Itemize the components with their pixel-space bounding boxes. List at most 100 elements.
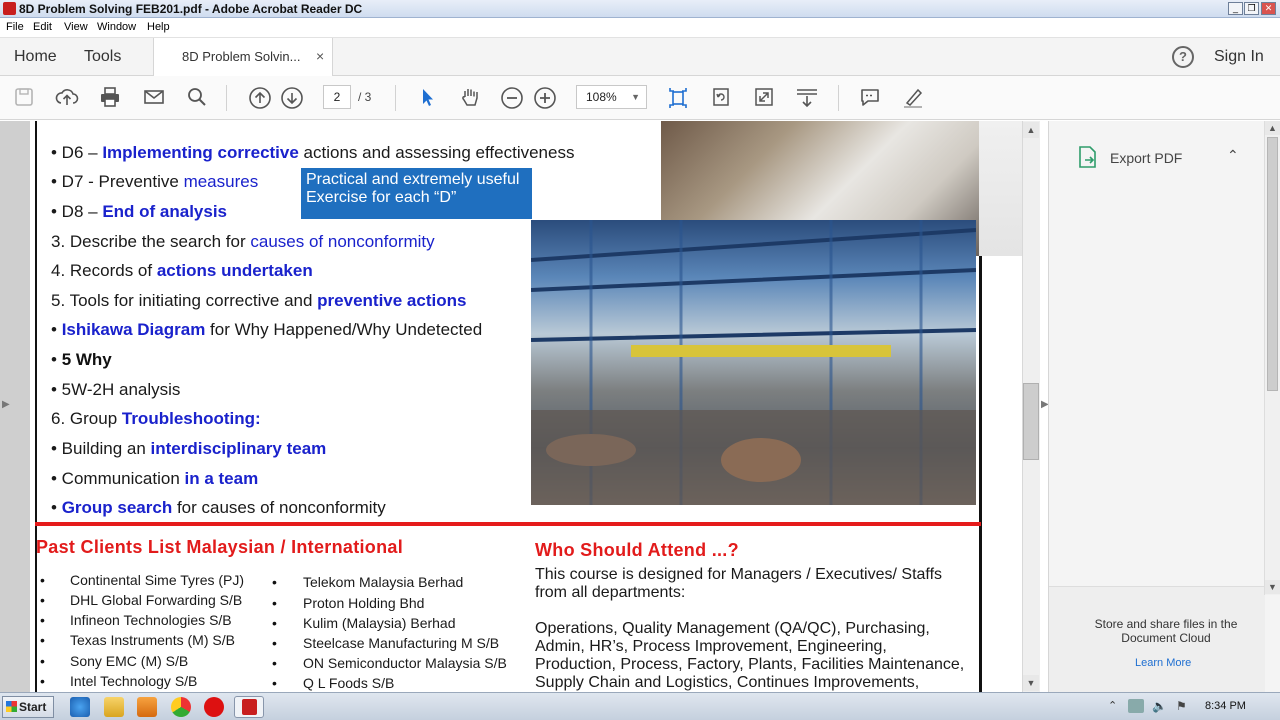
line-text: • Building an — [51, 439, 151, 458]
search-icon[interactable] — [185, 86, 209, 110]
scrollbar-thumb[interactable] — [1023, 383, 1039, 460]
toolbar-separator — [226, 85, 227, 111]
minimize-button[interactable]: _ — [1228, 2, 1243, 15]
client-item: Texas Instruments (M) S/B — [70, 632, 235, 648]
document-line: 5. Tools for initiating corrective and p… — [51, 291, 466, 311]
volume-icon[interactable]: 🔈 — [1152, 699, 1167, 713]
zoom-in-icon[interactable] — [533, 86, 557, 110]
collapse-chevron-icon[interactable]: ⌃ — [1227, 147, 1239, 164]
line-text: 6. Group — [51, 409, 122, 428]
export-pdf-icon — [1077, 145, 1099, 172]
upload-cloud-icon[interactable] — [55, 86, 79, 110]
scroll-up-icon[interactable]: ▲ — [1265, 121, 1280, 135]
clients-heading: Past Clients List Malaysian / Internatio… — [36, 537, 403, 557]
file-explorer-icon[interactable] — [104, 697, 124, 717]
attend-intro: This course is designed for Managers / E… — [535, 566, 943, 601]
cloud-promo-text: Store and share files in the Document Cl… — [1094, 617, 1238, 645]
line-text: • — [51, 498, 62, 517]
menu-window[interactable]: Window — [97, 21, 136, 33]
toolbar-separator — [395, 85, 396, 111]
export-pdf-label[interactable]: Export PDF — [1110, 150, 1182, 166]
tab-home[interactable]: Home — [14, 48, 57, 66]
document-line: • Communication in a team — [51, 469, 258, 489]
print-icon[interactable] — [98, 86, 122, 110]
menu-file[interactable]: File — [6, 21, 24, 33]
highlight-pen-icon[interactable] — [901, 86, 925, 110]
bullet-icon: • — [272, 595, 277, 611]
scrollbar-thumb[interactable] — [1267, 137, 1278, 391]
zoom-level-select[interactable]: 108% ▼ — [576, 85, 647, 109]
toolbar-separator — [838, 85, 839, 111]
line-highlight: End of analysis — [102, 202, 228, 221]
page-number-input[interactable]: 2 — [323, 85, 351, 109]
start-label: Start — [19, 700, 47, 714]
line-highlight: Group search — [61, 498, 173, 517]
select-pointer-icon[interactable] — [415, 86, 439, 110]
line-text: 3. Describe the search for — [51, 232, 251, 251]
document-line: 3. Describe the search for causes of non… — [51, 232, 435, 252]
page-border-left — [35, 121, 37, 692]
previous-page-icon[interactable] — [248, 86, 272, 110]
flag-icon[interactable]: ⚑ — [1176, 699, 1190, 713]
bullet-icon: • — [40, 632, 45, 648]
menu-view[interactable]: View — [64, 21, 88, 33]
bullet-icon: • — [272, 635, 277, 651]
menu-edit[interactable]: Edit — [33, 21, 52, 33]
sign-in-link[interactable]: Sign In — [1214, 48, 1264, 66]
line-text: • — [51, 350, 62, 369]
opera-icon[interactable] — [204, 697, 224, 717]
taskbar: Start ⌃ 🔈 ⚑ 8:34 PM — [0, 692, 1280, 720]
tab-document[interactable]: 8D Problem Solvin... × — [153, 38, 333, 76]
internet-explorer-icon[interactable] — [70, 697, 90, 717]
tray-expand-icon[interactable]: ⌃ — [1108, 699, 1117, 712]
exercise-callout: Practical and extremely useful Exercise … — [301, 168, 532, 219]
media-player-icon[interactable] — [137, 697, 157, 717]
scroll-down-icon[interactable]: ▼ — [1023, 675, 1039, 691]
document-line: • D7 - Preventive measures — [51, 172, 258, 192]
full-screen-icon[interactable] — [752, 86, 776, 110]
client-item: Sony EMC (M) S/B — [70, 653, 189, 669]
left-panel-toggle-icon[interactable]: ▶ — [2, 399, 10, 410]
next-page-icon[interactable] — [280, 86, 304, 110]
scroll-up-icon[interactable]: ▲ — [1023, 122, 1039, 138]
client-item: Steelcase Manufacturing M S/B — [303, 635, 500, 651]
hand-tool-icon[interactable] — [458, 86, 482, 110]
client-item: Q L Foods S/B — [303, 675, 395, 691]
document-line: • Ishikawa Diagram for Why Happened/Why … — [51, 320, 482, 340]
scroll-down-icon[interactable]: ▼ — [1265, 580, 1280, 594]
zoom-out-icon[interactable] — [500, 86, 524, 110]
network-icon[interactable] — [1128, 699, 1144, 713]
line-highlight: Implementing corrective — [102, 143, 299, 162]
close-window-button[interactable]: ✕ — [1261, 2, 1276, 15]
client-item: ON Semiconductor Malaysia S/B — [303, 655, 507, 671]
line-text: • — [51, 320, 62, 339]
bullet-icon: • — [40, 612, 45, 628]
tab-tools[interactable]: Tools — [84, 48, 121, 66]
start-button[interactable]: Start — [2, 696, 54, 718]
document-tab-label: 8D Problem Solvin... — [182, 49, 301, 64]
title-bar: 8D Problem Solving FEB201.pdf - Adobe Ac… — [0, 0, 1280, 18]
window-title: 8D Problem Solving FEB201.pdf - Adobe Ac… — [19, 2, 363, 16]
fit-page-icon[interactable] — [666, 86, 690, 110]
line-text: actions and assessing effectiveness — [298, 143, 575, 162]
line-text: • D6 – — [51, 143, 103, 162]
help-icon[interactable]: ? — [1172, 46, 1194, 68]
attend-body: Operations, Quality Management (QA/QC), … — [535, 620, 965, 691]
save-icon[interactable] — [12, 86, 36, 110]
menu-help[interactable]: Help — [147, 21, 170, 33]
comment-icon[interactable] — [858, 86, 882, 110]
clock[interactable]: 8:34 PM — [1205, 700, 1246, 712]
document-line: • 5W-2H analysis — [51, 380, 180, 400]
acrobat-task-button[interactable] — [234, 696, 264, 718]
tools-pane-scrollbar[interactable]: ▲ ▼ — [1264, 121, 1280, 595]
rotate-page-icon[interactable] — [709, 86, 733, 110]
email-icon[interactable] — [142, 86, 166, 110]
learn-more-link[interactable]: Learn More — [1135, 657, 1191, 669]
maximize-button[interactable]: ❐ — [1244, 2, 1259, 15]
windows-logo-icon — [6, 701, 17, 712]
client-item: Kulim (Malaysia) Berhad — [303, 615, 456, 631]
close-tab-icon[interactable]: × — [316, 48, 324, 64]
chrome-icon[interactable] — [171, 697, 191, 717]
scroll-mode-icon[interactable] — [795, 86, 819, 110]
line-highlight: in a team — [184, 469, 259, 488]
